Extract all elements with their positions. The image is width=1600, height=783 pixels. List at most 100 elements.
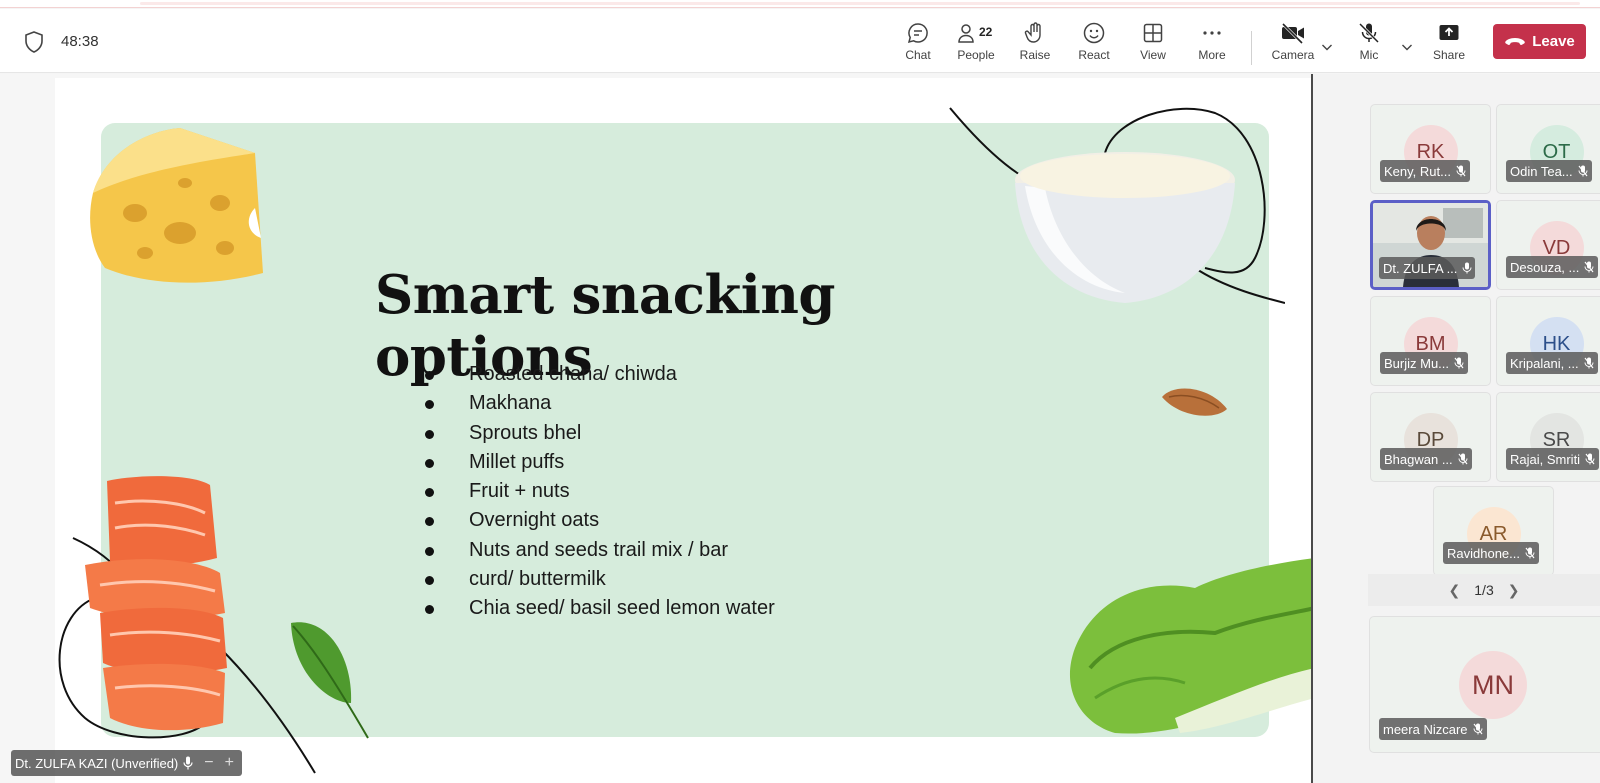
- mic-off-icon: [1454, 357, 1464, 369]
- list-item: Chia seed/ basil seed lemon water: [425, 594, 775, 623]
- participant-name: Keny, Rut...: [1384, 163, 1451, 179]
- more-button[interactable]: More: [1184, 19, 1240, 69]
- participant-name: meera Nizcare: [1383, 721, 1468, 737]
- toolbar-separator: [1251, 31, 1252, 65]
- top-notification-strip: [0, 0, 1600, 8]
- mic-off-icon: [1525, 547, 1535, 559]
- mic-off-icon: [1456, 165, 1466, 177]
- mic-icon: [183, 756, 193, 770]
- chat-button[interactable]: Chat: [890, 19, 946, 69]
- mic-label: Mic: [1359, 48, 1379, 62]
- participant-tile-active-speaker[interactable]: Dt. ZULFA ...: [1370, 200, 1491, 290]
- participant-gallery: RK Keny, Rut... OT Odin Tea... Dt. ZULFA…: [1313, 74, 1600, 783]
- slide-bullet-list: Roasted chana/ chiwda Makhana Sprouts bh…: [425, 360, 775, 624]
- participant-tile[interactable]: VD Desouza, ...: [1496, 200, 1600, 290]
- presentation-slide: Smart snacking options Roasted chana/ ch…: [55, 78, 1312, 783]
- list-item: Fruit + nuts: [425, 477, 775, 506]
- participant-name: Dt. ZULFA ...: [1383, 260, 1458, 276]
- react-label: React: [1078, 48, 1110, 62]
- participant-name-tag: Bhagwan ...: [1380, 448, 1472, 470]
- grid-icon: [1143, 23, 1163, 43]
- people-icon: [958, 24, 974, 43]
- participant-tile[interactable]: HK Kripalani, ...: [1496, 296, 1600, 386]
- mic-off-icon: [1584, 357, 1594, 369]
- participant-name-tag: Keny, Rut...: [1380, 160, 1470, 182]
- bok-choy-illustration: [1070, 558, 1312, 734]
- share-button[interactable]: Share: [1421, 19, 1477, 69]
- list-item: Makhana: [425, 389, 775, 418]
- camera-off-icon: [1281, 22, 1304, 45]
- smiley-icon: [1083, 22, 1105, 44]
- leave-button[interactable]: Leave: [1493, 24, 1586, 59]
- participant-name: Ravidhone...: [1447, 545, 1520, 561]
- participant-name: Desouza, ...: [1510, 259, 1580, 275]
- phone-hangup-icon: [1505, 37, 1525, 45]
- participant-name: Kripalani, ...: [1510, 355, 1579, 371]
- ellipsis-icon: [1203, 31, 1221, 35]
- chat-icon: [907, 23, 928, 44]
- avatar: MN: [1459, 651, 1527, 719]
- cheese-illustration: [90, 128, 263, 283]
- chat-label: Chat: [905, 48, 931, 62]
- zoom-in-button[interactable]: +: [225, 754, 234, 772]
- page-indicator: 1/3: [1474, 582, 1494, 598]
- participant-name: Odin Tea...: [1510, 163, 1573, 179]
- mic-off-icon: [1584, 261, 1594, 273]
- mic-button[interactable]: Mic: [1341, 19, 1397, 69]
- mic-options-chevron-down-icon[interactable]: [1399, 39, 1415, 55]
- mic-off-icon: [1578, 165, 1588, 177]
- participant-tile[interactable]: BM Burjiz Mu...: [1370, 296, 1491, 386]
- self-view-tile[interactable]: MN meera Nizcare: [1369, 616, 1600, 753]
- presenter-name: Dt. ZULFA KAZI (Unverified): [15, 755, 179, 771]
- people-count: 22: [979, 25, 993, 39]
- participant-name-tag: meera Nizcare: [1379, 718, 1487, 740]
- react-button[interactable]: React: [1066, 19, 1122, 69]
- participant-name-tag: Burjiz Mu...: [1380, 352, 1469, 374]
- mic-off-icon: [1458, 453, 1468, 465]
- participant-tile[interactable]: SR Rajai, Smriti: [1496, 392, 1600, 482]
- view-button[interactable]: View: [1125, 19, 1181, 69]
- people-button[interactable]: 22 People: [948, 19, 1004, 69]
- participant-tile[interactable]: AR Ravidhone...: [1433, 486, 1554, 576]
- almond-illustration: [1162, 388, 1227, 416]
- meeting-timer: 48:38: [61, 33, 99, 50]
- participant-name: Burjiz Mu...: [1384, 355, 1450, 371]
- basil-leaf-illustration: [291, 622, 369, 739]
- list-item: Sprouts bhel: [425, 419, 775, 448]
- people-label: People: [957, 48, 995, 62]
- shield-icon[interactable]: [24, 31, 44, 53]
- camera-button[interactable]: Camera: [1262, 19, 1324, 69]
- gallery-pager: ❮ 1/3 ❯: [1368, 574, 1600, 606]
- next-page-chevron-right-icon[interactable]: ❯: [1508, 582, 1520, 599]
- list-item: curd/ buttermilk: [425, 565, 775, 594]
- camera-options-chevron-down-icon[interactable]: [1319, 39, 1335, 55]
- mic-icon: [1462, 262, 1472, 274]
- share-icon: [1439, 25, 1459, 40]
- list-item: Overnight oats: [425, 506, 775, 535]
- hand-icon: [1024, 22, 1041, 43]
- participant-tile[interactable]: DP Bhagwan ...: [1370, 392, 1491, 482]
- zoom-out-button[interactable]: −: [204, 754, 213, 772]
- mic-off-icon: [1473, 723, 1483, 735]
- previous-page-chevron-left-icon[interactable]: ❮: [1449, 582, 1461, 599]
- participant-tile[interactable]: RK Keny, Rut...: [1370, 104, 1491, 194]
- list-item: Nuts and seeds trail mix / bar: [425, 536, 775, 565]
- participant-tile[interactable]: OT Odin Tea...: [1496, 104, 1600, 194]
- camera-label: Camera: [1271, 48, 1315, 62]
- participant-name: Bhagwan ...: [1384, 451, 1453, 467]
- participant-name-tag: Ravidhone...: [1443, 542, 1539, 564]
- more-label: More: [1198, 48, 1226, 62]
- view-label: View: [1140, 48, 1166, 62]
- raise-label: Raise: [1019, 48, 1051, 62]
- mic-off-icon: [1358, 22, 1380, 44]
- share-label: Share: [1432, 48, 1466, 62]
- raise-hand-button[interactable]: Raise: [1007, 19, 1063, 69]
- participant-name-tag: Odin Tea...: [1506, 160, 1592, 182]
- list-item: Millet puffs: [425, 448, 775, 477]
- list-item: Roasted chana/ chiwda: [425, 360, 775, 389]
- participant-name-tag: Kripalani, ...: [1506, 352, 1598, 374]
- presenter-name-tag: Dt. ZULFA KAZI (Unverified) − +: [11, 750, 242, 776]
- participant-name-tag: Dt. ZULFA ...: [1379, 257, 1475, 279]
- participant-name-tag: Desouza, ...: [1506, 256, 1599, 278]
- mic-off-icon: [1585, 453, 1595, 465]
